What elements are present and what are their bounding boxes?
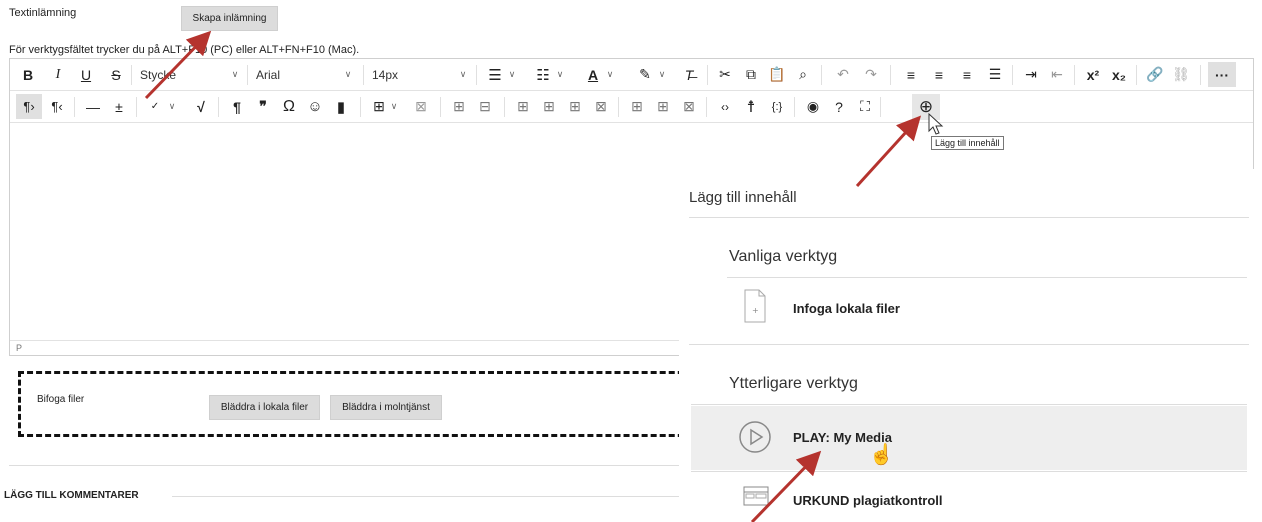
table-props-icon[interactable]: ⊞	[448, 91, 470, 122]
add-comments-label[interactable]: LÄGG TILL KOMMENTARER	[4, 490, 139, 501]
insert-row-after-icon[interactable]: ⊞	[564, 91, 586, 122]
tool-item-label: URKUND plagiatkontroll	[793, 493, 943, 508]
delete-table-icon[interactable]: ⊠	[410, 91, 432, 122]
divider	[172, 496, 682, 497]
insert-row-before-icon[interactable]: ⊞	[538, 91, 560, 122]
spellcheck-icon[interactable]: ✓	[144, 91, 166, 122]
omega-icon[interactable]: Ω	[278, 91, 300, 122]
bold-icon[interactable]: B	[18, 59, 38, 90]
page-title: Textinlämning	[9, 7, 77, 19]
math-icon[interactable]: √	[190, 91, 212, 122]
chevron-down-icon[interactable]: ∨	[341, 59, 355, 90]
add-content-panel: Lägg till innehåll Vanliga verktyg + Inf…	[679, 169, 1262, 522]
paste-icon[interactable]: 📋	[766, 59, 788, 90]
style-select-value: Stycke	[140, 67, 177, 82]
toolbar-row-1: B I U S Stycke ∨ Arial ∨ 14px ∨ ☰ ∨ ☷ ∨ …	[10, 59, 1253, 91]
subscript-icon[interactable]: x₂	[1108, 59, 1130, 90]
plus-minus-icon[interactable]: ±	[108, 91, 130, 122]
emoji-icon[interactable]: ☺	[304, 91, 326, 122]
redo-icon[interactable]: ↷	[860, 59, 882, 90]
variables-icon[interactable]: {:}	[766, 91, 788, 122]
chevron-down-icon[interactable]: ∨	[656, 59, 668, 90]
row-props-icon[interactable]: ⊞	[512, 91, 534, 122]
chevron-down-icon[interactable]: ∨	[166, 91, 178, 122]
tool-item-label: Infoga lokala filer	[793, 301, 900, 316]
style-select[interactable]: Stycke	[140, 59, 240, 90]
tool-item-local-files[interactable]: + Infoga lokala filer	[727, 279, 1247, 339]
copy-icon[interactable]: ⧉	[740, 59, 762, 90]
panel-title: Lägg till innehåll	[689, 189, 797, 206]
table-cell-icon[interactable]: ⊟	[474, 91, 496, 122]
ltr-icon[interactable]: ¶›	[16, 94, 42, 119]
table-icon[interactable]: ⊞	[368, 91, 390, 122]
create-submission-button[interactable]: Skapa inlämning	[181, 6, 278, 31]
align-left-icon[interactable]: ≡	[900, 59, 922, 90]
link-icon[interactable]: 🔗	[1144, 59, 1166, 90]
tooltip: Lägg till innehåll	[931, 136, 1004, 150]
outdent-icon[interactable]: ⇤	[1046, 59, 1068, 90]
chevron-down-icon[interactable]: ∨	[456, 59, 470, 90]
underline-icon[interactable]: U	[76, 59, 96, 90]
browse-local-button[interactable]: Bläddra i lokala filer	[209, 395, 320, 420]
chevron-down-icon[interactable]: ∨	[228, 59, 242, 90]
insert-col-before-icon[interactable]: ⊞	[626, 91, 648, 122]
size-select-value: 14px	[372, 67, 399, 82]
horizontal-line-icon[interactable]: —	[82, 91, 104, 122]
text-color-icon[interactable]: A	[582, 59, 604, 90]
bullet-list-icon[interactable]: ☰	[484, 59, 506, 90]
delete-col-icon[interactable]: ⊠	[678, 91, 700, 122]
font-select-value: Arial	[256, 67, 281, 82]
align-center-icon[interactable]: ≡	[928, 59, 950, 90]
bookmark-icon[interactable]: ▮	[330, 91, 352, 122]
browse-cloud-button[interactable]: Bläddra i molntjänst	[330, 395, 442, 420]
chevron-down-icon[interactable]: ∨	[604, 59, 616, 90]
rtl-icon[interactable]: ¶‹	[46, 91, 68, 122]
strikethrough-icon[interactable]: S	[106, 59, 126, 90]
undo-icon[interactable]: ↶	[832, 59, 854, 90]
toolbar-hint: För verktygsfältet trycker du på ALT+F10…	[9, 44, 360, 56]
more-tools-heading: Ytterligare verktyg	[729, 375, 858, 392]
chevron-down-icon[interactable]: ∨	[506, 59, 518, 90]
tool-item-urkund[interactable]: URKUND plagiatkontroll	[691, 474, 1247, 522]
window-icon	[743, 486, 769, 506]
cut-icon[interactable]: ✂	[714, 59, 736, 90]
file-icon: +	[744, 289, 766, 323]
svg-text:+: +	[752, 306, 759, 315]
size-select[interactable]: 14px	[372, 59, 462, 90]
code-icon[interactable]: ‹›	[714, 91, 736, 122]
accessibility-icon[interactable]: ☨	[740, 91, 762, 122]
chevron-down-icon[interactable]: ∨	[554, 59, 566, 90]
paragraph-icon[interactable]: ¶	[226, 91, 248, 122]
toolbar-row-2: ¶› ¶‹ — ± ✓ ∨ √ ¶ ❞ Ω ☺ ▮ ⊞ ∨ ⊠ ⊞ ⊟ ⊞ ⊞ …	[10, 91, 1253, 123]
highlight-icon[interactable]: ✎	[634, 59, 656, 90]
cursor-arrow-icon	[928, 113, 944, 135]
align-right-icon[interactable]: ≡	[956, 59, 978, 90]
italic-icon[interactable]: I	[48, 59, 68, 90]
indent-icon[interactable]: ⇥	[1020, 59, 1042, 90]
preview-icon[interactable]: ◉	[802, 91, 824, 122]
unlink-icon[interactable]: ⛓	[1170, 59, 1192, 90]
chevron-down-icon[interactable]: ∨	[388, 91, 400, 122]
insert-col-after-icon[interactable]: ⊞	[652, 91, 674, 122]
attach-files-label: Bifoga filer	[37, 394, 85, 405]
quote-icon[interactable]: ❞	[252, 91, 274, 122]
tool-item-play[interactable]: PLAY: My Media ☝	[691, 406, 1247, 470]
more-icon[interactable]: ···	[1208, 62, 1236, 87]
justify-icon[interactable]: ☰	[984, 59, 1006, 90]
common-tools-heading: Vanliga verktyg	[729, 248, 838, 265]
numbered-list-icon[interactable]: ☷	[532, 59, 554, 90]
hand-cursor-icon: ☝	[869, 444, 894, 466]
clear-format-icon[interactable]: T̶	[678, 59, 700, 90]
fullscreen-icon[interactable]: ⛶	[854, 91, 876, 122]
play-icon	[739, 421, 771, 453]
delete-row-icon[interactable]: ⊠	[590, 91, 612, 122]
help-icon[interactable]: ?	[828, 91, 850, 122]
superscript-icon[interactable]: x²	[1082, 59, 1104, 90]
search-icon[interactable]: ⌕	[792, 59, 814, 90]
